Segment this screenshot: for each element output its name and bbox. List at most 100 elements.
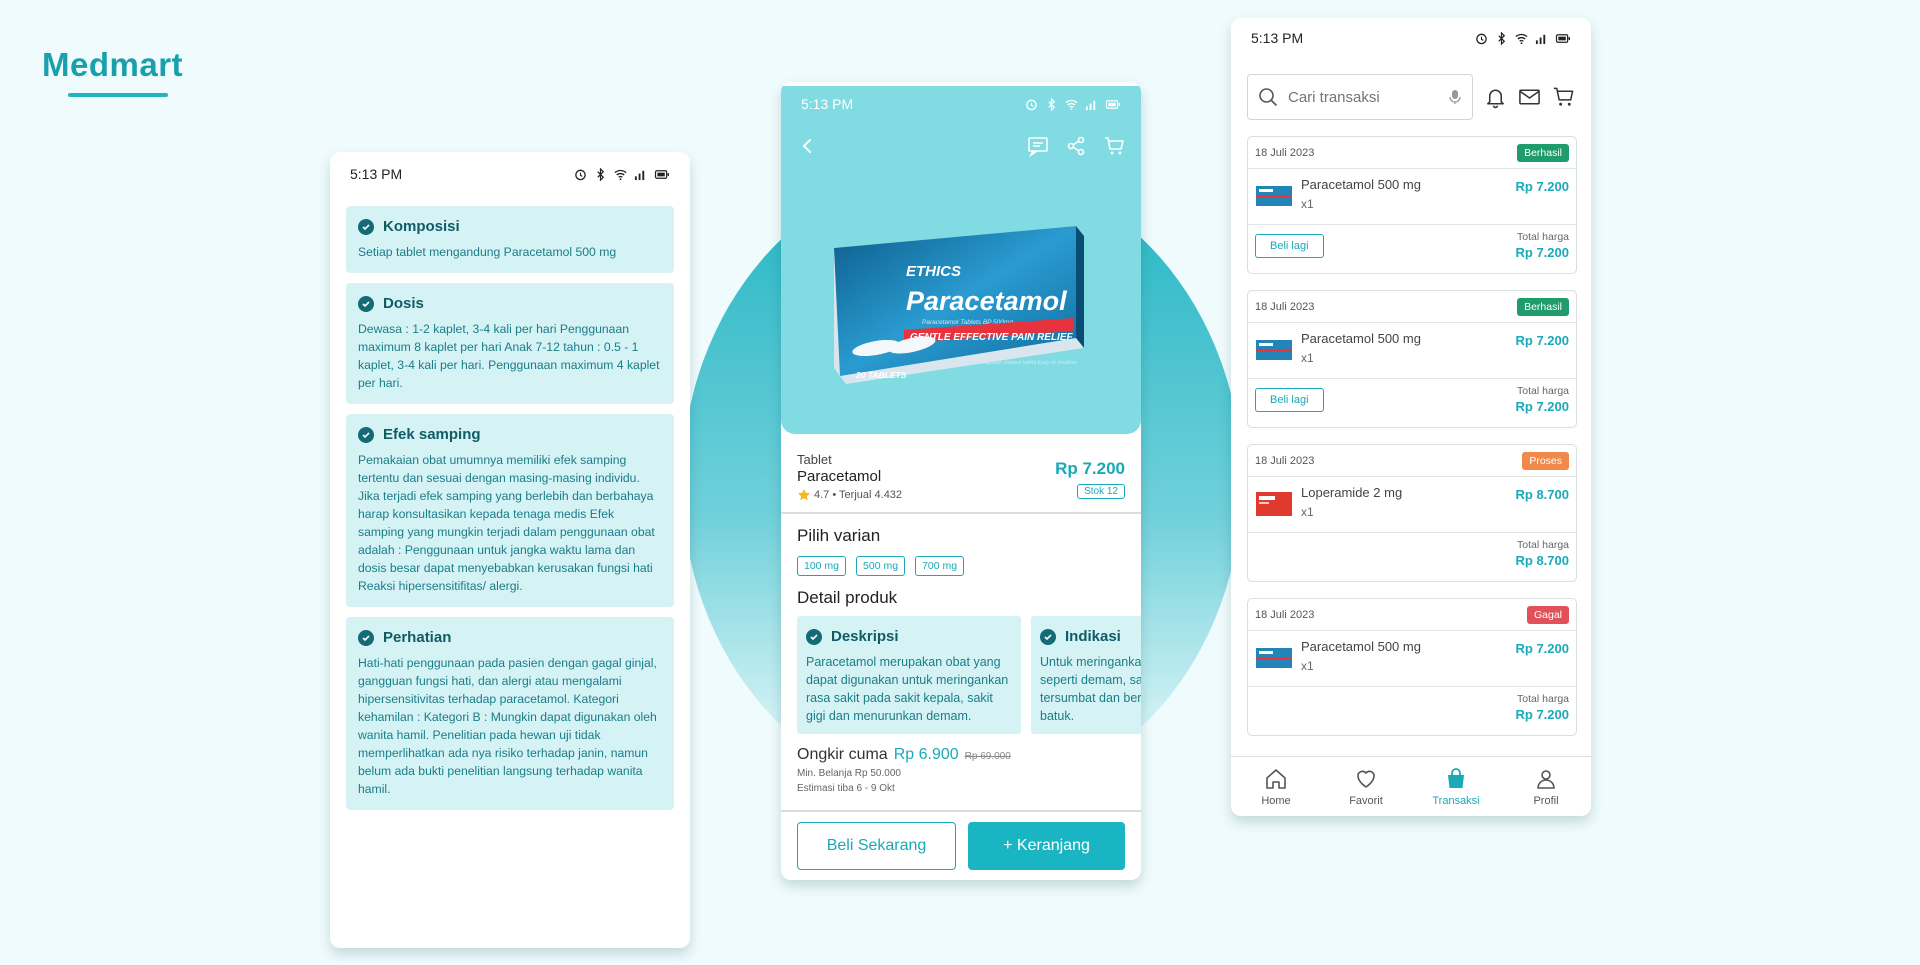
cart-icon[interactable]	[1103, 135, 1125, 157]
buy-again-button[interactable]: Beli lagi	[1255, 387, 1324, 412]
product-hero: 5:13 PM ETHICS Paracetamol Paracetamol T…	[781, 86, 1141, 434]
product-image: ETHICS Paracetamol Paracetamol Tablets B…	[834, 226, 1084, 384]
total-value: Rp 8.700	[1515, 553, 1569, 568]
bluetooth-icon	[597, 167, 605, 181]
bottom-nav: Home Favorit Transaksi Profil	[1231, 756, 1591, 816]
variant-chip[interactable]: 100 mg	[797, 556, 847, 576]
product-thumbnail	[1256, 186, 1292, 206]
battery-icon	[654, 169, 669, 179]
min-purchase: Min. Belanja Rp 50.000	[797, 768, 901, 779]
total-value: Rp 7.200	[1515, 399, 1569, 414]
wifi-icon	[1515, 33, 1528, 44]
total-label: Total harga	[1517, 385, 1569, 397]
nav-home[interactable]: Home	[1231, 757, 1321, 816]
status-bar: 5:13 PM	[330, 156, 690, 192]
phone-product-info: 5:13 PM Komposisi Setiap tablet mengandu…	[330, 152, 690, 948]
phone-product-page: 5:13 PM ETHICS Paracetamol Paracetamol T…	[781, 82, 1141, 880]
detail-card-body: Untuk meringankan rasa sakit seperti dem…	[1040, 655, 1141, 723]
transaction-card[interactable]: 18 Juli 2023 Berhasil Paracetamol 500 mg…	[1247, 290, 1577, 428]
info-body: Dewasa : 1-2 kaplet, 3-4 kali per hari P…	[358, 322, 660, 390]
shipping-old-price: Rp 69.000	[964, 751, 1011, 762]
product-top-nav	[781, 124, 1141, 168]
detail-cards[interactable]: Deskripsi Paracetamol merupakan obat yan…	[781, 608, 1141, 734]
detail-card-deskripsi: Deskripsi Paracetamol merupakan obat yan…	[797, 616, 1021, 734]
buy-now-button[interactable]: Beli Sekarang	[797, 822, 956, 870]
star-icon	[798, 489, 810, 501]
status-time: 5:13 PM	[801, 96, 854, 112]
product-count-text: 20 TABLETS	[855, 370, 907, 380]
buy-again-button[interactable]: Beli lagi	[1255, 233, 1324, 258]
transaction-qty: x1	[1301, 659, 1314, 673]
total-value: Rp 7.200	[1515, 707, 1569, 722]
transaction-card[interactable]: 18 Juli 2023 Gagal Paracetamol 500 mg x1…	[1247, 598, 1577, 736]
transaction-qty: x1	[1301, 197, 1314, 211]
delivery-estimate: Estimasi tiba 6 - 9 Okt	[797, 783, 895, 794]
status-badge: Berhasil	[1517, 143, 1569, 162]
transaction-date: 18 Juli 2023	[1255, 608, 1315, 621]
info-body: Setiap tablet mengandung Paracetamol 500…	[358, 245, 617, 259]
stock-badge: Stok 12	[1077, 484, 1125, 499]
variant-chips: 100 mg 500 mg 700 mg	[781, 546, 1141, 588]
detail-card-body: Paracetamol merupakan obat yang dapat di…	[806, 655, 1009, 723]
cart-icon[interactable]	[1552, 85, 1575, 109]
nav-profil[interactable]: Profil	[1501, 757, 1591, 816]
search-box[interactable]	[1247, 74, 1473, 120]
home-icon	[1266, 768, 1286, 789]
transaction-product-name: Loperamide 2 mg	[1301, 485, 1403, 500]
bluetooth-icon	[1498, 31, 1506, 45]
nav-label: Transaksi	[1432, 794, 1480, 807]
detail-card-indikasi: Indikasi Untuk meringankan rasa sakit se…	[1031, 616, 1141, 734]
transaction-card[interactable]: 18 Juli 2023 Berhasil Paracetamol 500 mg…	[1247, 136, 1577, 274]
product-brand-text: ETHICS	[906, 263, 961, 280]
total-value: Rp 7.200	[1515, 245, 1569, 260]
wifi-icon	[614, 169, 627, 180]
search-row	[1231, 74, 1591, 120]
share-icon[interactable]	[1065, 135, 1087, 157]
product-action-bar: Beli Sekarang + Keranjang	[781, 810, 1141, 880]
search-icon	[1259, 88, 1278, 107]
alarm-icon	[1476, 33, 1487, 44]
variant-chip[interactable]: 500 mg	[856, 556, 906, 576]
back-arrow-icon[interactable]	[797, 136, 817, 156]
transaction-qty: x1	[1301, 351, 1314, 365]
signal-icon	[1535, 34, 1546, 44]
check-icon	[806, 628, 822, 645]
transaction-price: Rp 7.200	[1515, 641, 1569, 656]
product-thumbnail	[1256, 340, 1292, 360]
brand-underline	[68, 93, 168, 97]
nav-label: Favorit	[1349, 794, 1383, 807]
transaction-price: Rp 8.700	[1515, 487, 1569, 502]
info-body: Hati-hati penggunaan pada pasien dengan …	[358, 656, 657, 796]
nav-favorit[interactable]: Favorit	[1321, 757, 1411, 816]
info-body: Pemakaian obat umumnya memiliki efek sam…	[358, 453, 655, 593]
nav-transaksi[interactable]: Transaksi	[1411, 757, 1501, 816]
status-time: 5:13 PM	[350, 166, 403, 182]
search-input[interactable]	[1288, 88, 1438, 106]
transaction-product-name: Paracetamol 500 mg	[1301, 177, 1421, 192]
check-icon	[1040, 628, 1056, 645]
mail-icon[interactable]	[1518, 85, 1541, 109]
product-rating: 4.7 • Terjual 4.432	[797, 488, 902, 502]
detail-title: Detail produk	[797, 588, 898, 607]
microphone-icon[interactable]	[1448, 89, 1462, 105]
status-icons	[1025, 97, 1121, 111]
bell-icon[interactable]	[1484, 85, 1507, 109]
transaction-date: 18 Juli 2023	[1255, 146, 1315, 159]
info-title: Dosis	[383, 295, 424, 312]
add-to-cart-button[interactable]: + Keranjang	[968, 822, 1125, 870]
variant-title: Pilih varian	[797, 526, 881, 545]
info-title: Perhatian	[383, 629, 452, 646]
brand-logo: Medmart	[42, 46, 184, 83]
transaction-card[interactable]: 18 Juli 2023 Proses Loperamide 2 mg x1 R…	[1247, 444, 1577, 582]
wifi-icon	[1065, 99, 1078, 110]
user-icon	[1537, 769, 1555, 789]
variant-chip[interactable]: 700 mg	[915, 556, 965, 576]
signal-icon	[1085, 100, 1096, 110]
battery-icon	[1105, 99, 1120, 109]
status-badge: Gagal	[1526, 605, 1569, 624]
chat-icon[interactable]	[1027, 135, 1049, 157]
shipping-price: Rp 6.900	[893, 746, 959, 763]
product-side-note-text: Smooth capsule shaped tablet Easy to swa…	[962, 360, 1078, 366]
transaction-date: 18 Juli 2023	[1255, 300, 1315, 313]
info-card-efek-samping: Efek samping Pemakaian obat umumnya memi…	[346, 414, 674, 607]
